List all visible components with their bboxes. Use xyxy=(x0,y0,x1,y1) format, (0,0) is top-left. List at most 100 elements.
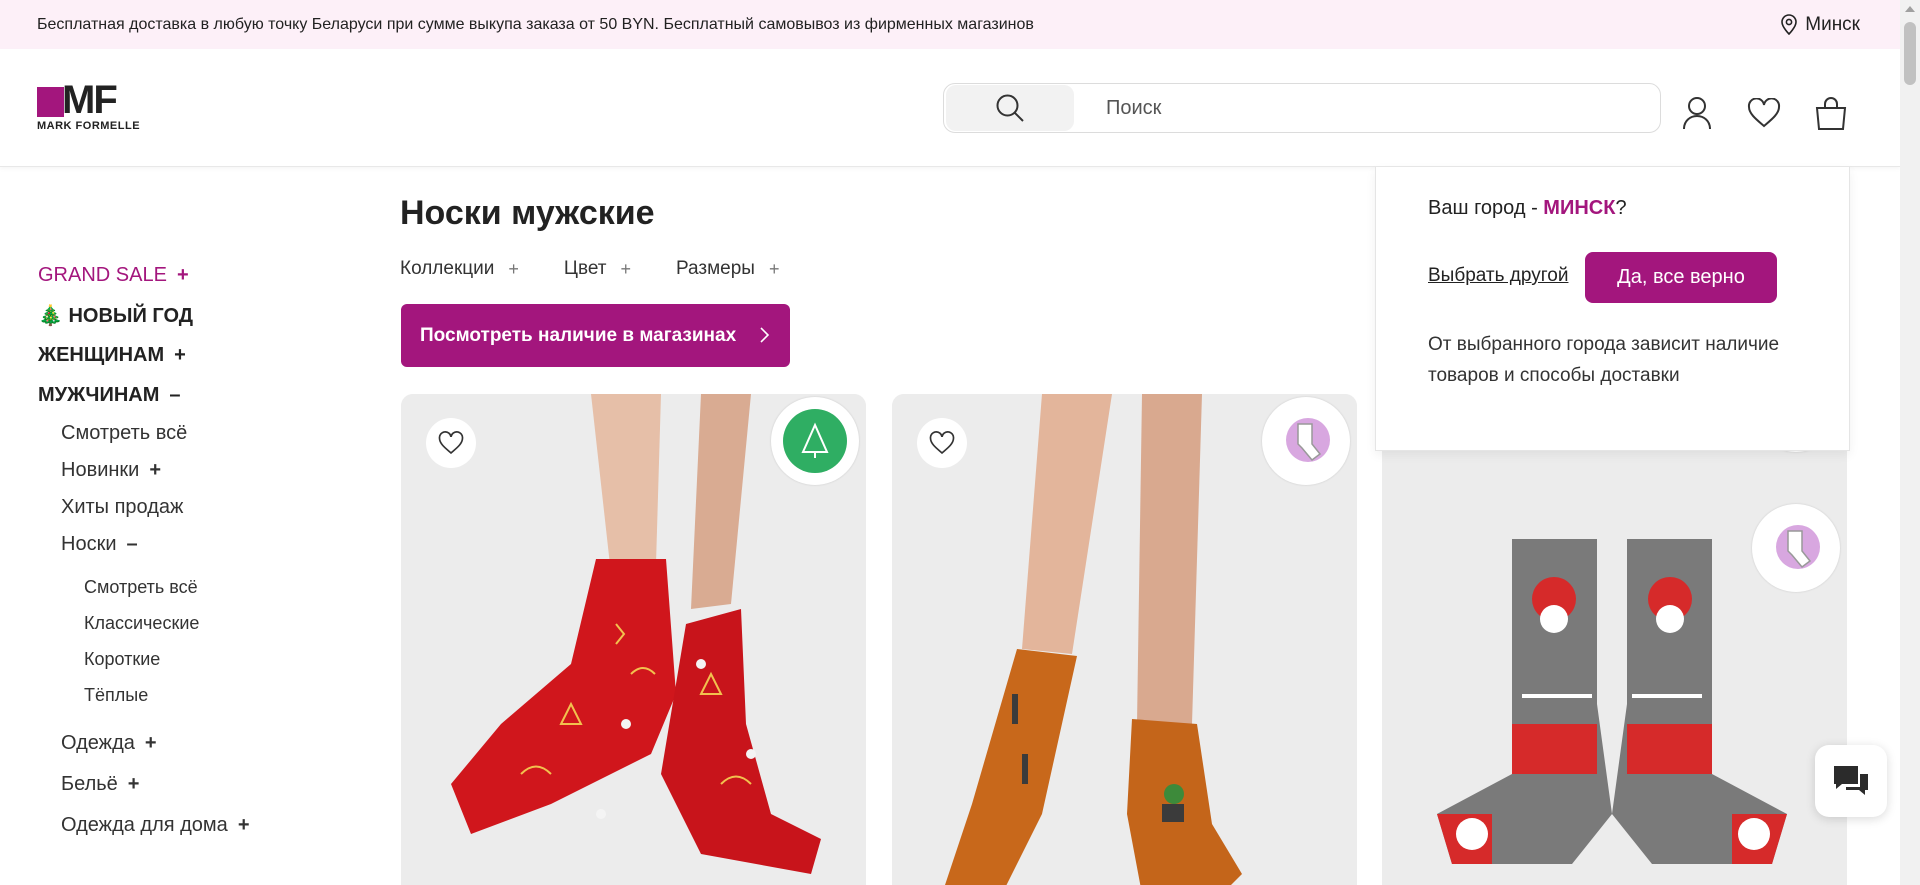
collapse-icon[interactable]: – xyxy=(169,384,180,407)
cart-icon xyxy=(1815,97,1847,130)
new-year-collection-badge xyxy=(771,397,859,485)
heart-icon xyxy=(929,431,955,455)
sidebar-nav: GRAND SALE + 🎄 НОВЫЙ ГОД ЖЕНЩИНАМ + МУЖЧ… xyxy=(38,255,338,846)
expand-icon: + xyxy=(620,258,631,279)
scroll-up-arrow-icon[interactable] xyxy=(1905,6,1915,12)
search-button[interactable] xyxy=(946,85,1074,131)
user-icon xyxy=(1683,97,1711,130)
expand-icon: + xyxy=(508,258,519,279)
nav-label: Одежда для дома xyxy=(61,814,228,836)
city-selector[interactable]: Минск xyxy=(1781,0,1860,49)
nav-socks-all[interactable]: Смотреть всё xyxy=(38,569,338,605)
check-store-availability-button[interactable]: Посмотреть наличие в магазинах xyxy=(401,304,790,367)
logo[interactable]: MF MARK FORMELLE xyxy=(37,78,159,132)
add-to-favorites-button[interactable] xyxy=(917,418,967,468)
nav-label: Хиты продаж xyxy=(61,496,184,518)
nav-socks-short[interactable]: Короткие xyxy=(38,641,338,677)
expand-icon[interactable]: + xyxy=(128,773,140,796)
filter-collections[interactable]: Коллекции + xyxy=(400,258,519,280)
account-button[interactable] xyxy=(1679,95,1715,131)
search-input[interactable] xyxy=(1106,96,1606,120)
nav-men-new[interactable]: Новинки + xyxy=(38,452,338,489)
nav-label: МУЖЧИНАМ xyxy=(38,383,160,406)
product-card[interactable] xyxy=(892,394,1357,885)
popup-city: МИНСК xyxy=(1543,197,1616,219)
terry-foot-badge xyxy=(1262,397,1350,485)
header: MF MARK FORMELLE xyxy=(0,49,1900,167)
location-pin-icon xyxy=(1781,14,1798,35)
logo-mark: MF xyxy=(37,78,159,122)
nav-socks-classic[interactable]: Классические xyxy=(38,605,338,641)
promo-bar: Бесплатная доставка в любую точку Белару… xyxy=(0,0,1900,49)
city-confirm-popup: Ваш город - МИНСК? Выбрать другой Да, вс… xyxy=(1375,167,1850,451)
city-note: От выбранного города зависит наличие тов… xyxy=(1428,334,1780,386)
nav-men-homewear[interactable]: Одежда для дома + xyxy=(38,805,338,846)
nav-women[interactable]: ЖЕНЩИНАМ + xyxy=(38,335,338,375)
search-bar xyxy=(943,83,1661,133)
nav-men-clothing[interactable]: Одежда + xyxy=(38,723,338,764)
nav-label: ЖЕНЩИНАМ xyxy=(38,343,165,366)
product-card[interactable] xyxy=(1382,394,1847,885)
terry-foot-badge xyxy=(1752,504,1840,592)
page-title: Носки мужские xyxy=(400,194,655,232)
expand-icon[interactable]: + xyxy=(149,459,161,482)
filter-bar: Коллекции + Цвет + Размеры + xyxy=(400,258,824,280)
nav-label: Бельё xyxy=(61,773,118,795)
nav-grand-sale[interactable]: GRAND SALE + xyxy=(38,255,338,295)
confirm-city-button[interactable]: Да, все верно xyxy=(1585,252,1777,303)
nav-label: 🎄 НОВЫЙ ГОД xyxy=(38,304,194,327)
favorites-button[interactable] xyxy=(1746,95,1782,131)
cart-button[interactable] xyxy=(1813,95,1849,131)
filter-label: Размеры xyxy=(676,258,755,279)
chat-icon xyxy=(1834,766,1868,795)
expand-icon[interactable]: + xyxy=(238,814,250,837)
chat-button[interactable] xyxy=(1815,745,1887,817)
expand-icon[interactable]: + xyxy=(145,732,157,755)
nav-label: Одежда xyxy=(61,732,135,754)
chevron-right-icon xyxy=(760,327,770,343)
page-scrollbar[interactable] xyxy=(1900,0,1920,885)
christmas-tree-icon xyxy=(801,422,829,458)
logo-letters: MF xyxy=(62,78,118,122)
scrollbar-thumb[interactable] xyxy=(1904,22,1916,85)
logo-brand: MARK FORMELLE xyxy=(37,120,141,132)
nav-socks-warm[interactable]: Тёплые xyxy=(38,677,338,713)
heart-icon xyxy=(438,431,464,455)
nav-label: Короткие xyxy=(84,648,161,669)
expand-icon[interactable]: + xyxy=(177,264,189,287)
button-label: Посмотреть наличие в магазинах xyxy=(420,324,737,346)
nav-men-all[interactable]: Смотреть всё xyxy=(38,415,338,452)
filter-color[interactable]: Цвет + xyxy=(564,258,631,280)
nav-men-bestsellers[interactable]: Хиты продаж xyxy=(38,489,338,526)
nav-label: Классические xyxy=(84,612,200,633)
nav-label: Смотреть всё xyxy=(84,576,198,597)
nav-label: Смотреть всё xyxy=(61,422,188,444)
search-icon xyxy=(996,94,1024,122)
question-suffix: ? xyxy=(1615,197,1627,219)
product-image[interactable] xyxy=(1382,394,1847,885)
logo-square xyxy=(37,87,64,117)
nav-men-socks[interactable]: Носки – xyxy=(38,526,338,563)
choose-other-city-link[interactable]: Выбрать другой xyxy=(1428,265,1568,287)
expand-icon: + xyxy=(768,258,780,279)
nav-label: Носки xyxy=(61,533,117,555)
nav-new-year[interactable]: 🎄 НОВЫЙ ГОД xyxy=(38,295,338,335)
filter-label: Цвет xyxy=(563,258,607,279)
city-question: Ваш город - МИНСК? xyxy=(1428,197,1627,220)
filter-label: Коллекции xyxy=(400,258,495,279)
collapse-icon[interactable]: – xyxy=(127,533,138,556)
nav-label: Новинки xyxy=(61,459,140,481)
sock-icon xyxy=(1776,525,1820,569)
city-label: Минск xyxy=(1805,13,1860,35)
heart-icon xyxy=(1747,98,1781,128)
nav-label: GRAND SALE xyxy=(38,263,167,286)
nav-label: Тёплые xyxy=(84,684,149,705)
sock-icon xyxy=(1286,418,1330,462)
product-card[interactable] xyxy=(401,394,866,885)
expand-icon[interactable]: + xyxy=(174,344,186,367)
filter-sizes[interactable]: Размеры + xyxy=(676,258,779,280)
add-to-favorites-button[interactable] xyxy=(426,418,476,468)
nav-men[interactable]: МУЖЧИНАМ – xyxy=(38,375,338,415)
question-prefix: Ваш город - xyxy=(1428,197,1544,219)
nav-men-underwear[interactable]: Бельё + xyxy=(38,764,338,805)
